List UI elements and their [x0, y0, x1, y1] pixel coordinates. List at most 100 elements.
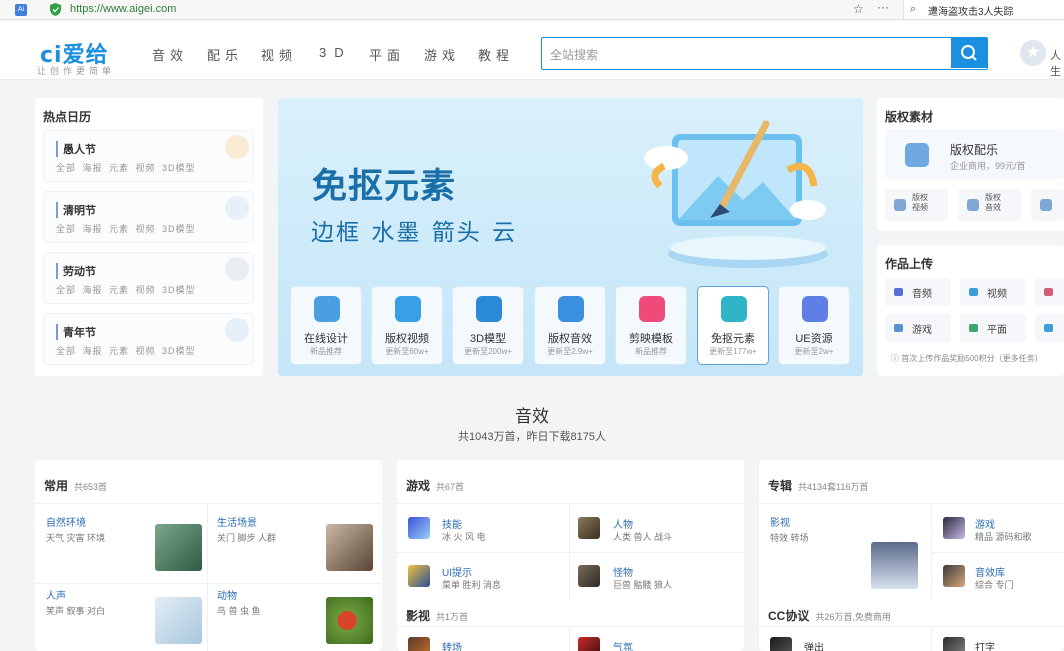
banner-title: 免抠元素	[312, 167, 457, 206]
nav-3d[interactable]: 3D	[319, 45, 352, 60]
upload-note[interactable]: ⓘ 首次上传作品奖励500积分（更多任务）	[891, 353, 1043, 364]
bookmark-star-icon[interactable]: ☆	[853, 2, 864, 16]
item-name: 影视	[770, 518, 790, 529]
video-icon	[969, 288, 978, 296]
list-item[interactable]: 自然环境 天气 灾害 环境	[35, 504, 207, 583]
column-title: 常用 共653首	[44, 479, 108, 493]
paintbrush-illustration-icon	[644, 120, 828, 268]
nav-sound[interactable]: 音效	[152, 45, 188, 64]
holiday-tags: 全部 海报 元素 视频 3D模型	[56, 163, 196, 173]
tile-label: 版权 视频	[912, 193, 928, 212]
upload-game[interactable]: 游戏	[885, 314, 951, 342]
item-name: 游戏	[975, 520, 995, 531]
upload-video[interactable]: 视频	[960, 278, 1026, 306]
nav-video[interactable]: 视频	[261, 45, 297, 64]
speaker-shield-icon	[558, 296, 584, 322]
list-item[interactable]: 技能冰 火 风 电	[397, 504, 569, 552]
category-label: 剪映模板	[629, 333, 673, 345]
ladybug-thumbnail	[326, 597, 373, 644]
list-item[interactable]: 动物鸟 兽 虫 鱼	[208, 584, 382, 651]
item-name: 人物	[613, 520, 633, 531]
music-shield-icon	[905, 143, 929, 167]
more-menu-icon[interactable]: ···	[877, 0, 889, 14]
category-copyright-sound[interactable]: 版权音效 更新至2.9w+	[534, 286, 606, 365]
nav-graphic[interactable]: 平面	[369, 45, 405, 64]
hero-banner[interactable]: 免抠元素 边框 水墨 箭头 云 在线设计 新品推荐 版权视频 更新至60w+ 3…	[278, 98, 863, 376]
list-item[interactable]: UI提示 菜单 胜利 消息	[397, 553, 569, 600]
copyright-more-tile[interactable]	[1031, 189, 1064, 221]
nav-tutorial[interactable]: 教程	[478, 45, 514, 64]
item-name: UI提示	[442, 568, 472, 579]
list-item[interactable]: 气氛	[570, 627, 744, 651]
category-sub: 更新至2w+	[794, 347, 834, 356]
category-sub: 更新至2.9w+	[547, 347, 593, 356]
search-input[interactable]: 全站搜索	[550, 46, 598, 63]
item-name: 技能	[442, 520, 462, 531]
copyright-music-card[interactable]: 版权配乐 企业商用，99元/首	[885, 129, 1064, 179]
list-item[interactable]: 打字	[932, 627, 1064, 651]
character-thumbnail	[578, 517, 600, 539]
upload-design[interactable]	[1035, 314, 1064, 342]
category-capcut-template[interactable]: 剪映模板 新品推荐	[615, 286, 687, 365]
holiday-card[interactable]: 劳动节 全部 海报 元素 视频 3D模型	[43, 252, 254, 304]
copyright-video-tile[interactable]: 版权 视频	[885, 189, 948, 221]
hot-calendar-panel: 热点日历 愚人节 全部 海报 元素 视频 3D模型 清明节 全部 海报 元素 视…	[35, 98, 263, 376]
item-sub: 精品 源码和歌	[975, 532, 1032, 542]
category-3d-model[interactable]: 3D模型 更新至200w+	[452, 286, 524, 365]
category-sub: 更新至177w+	[709, 347, 757, 356]
list-item[interactable]: 怪物 巨兽 骷髅 狼人	[570, 553, 744, 600]
list-item[interactable]: 生活场景 关门 脚步 人群	[208, 504, 382, 583]
hand-icon	[225, 135, 249, 159]
list-item[interactable]: 人物 人类 兽人 战斗	[570, 504, 744, 552]
list-item[interactable]: 转场	[397, 627, 569, 651]
list-item[interactable]: 人声笑声 叙事 对白	[35, 584, 207, 651]
holiday-tags: 全部 海报 元素 视频 3D模型	[56, 346, 196, 356]
holiday-card[interactable]: 清明节 全部 海报 元素 视频 3D模型	[43, 191, 254, 243]
list-item[interactable]: 弹出	[759, 627, 931, 651]
upload-graphic[interactable]: 平面	[960, 314, 1026, 342]
upload-model[interactable]	[1035, 278, 1064, 306]
video-icon	[395, 296, 421, 322]
list-item[interactable]: 音效库 综合 专门	[932, 553, 1064, 600]
list-item[interactable]: 游戏 精品 源码和歌	[932, 504, 1064, 552]
voice-thumbnail	[155, 597, 202, 644]
sub-column-title: 影视 共1万首	[406, 609, 469, 623]
item-name: 自然环境	[46, 518, 86, 529]
banner-subtitle: 边框 水墨 箭头 云	[311, 219, 518, 245]
gear-icon	[225, 257, 249, 281]
game-album-thumbnail	[943, 517, 965, 539]
category-copyright-video[interactable]: 版权视频 更新至60w+	[371, 286, 443, 365]
column-title: 游戏 共67首	[406, 479, 465, 493]
list-item[interactable]: 影视 特效 转场	[759, 504, 931, 600]
holiday-card[interactable]: 愚人节 全部 海报 元素 视频 3D模型	[43, 130, 254, 182]
upload-audio[interactable]: 音频	[885, 278, 951, 306]
address-bar[interactable]: https://www.aigei.com	[70, 3, 176, 15]
image-icon	[1040, 199, 1052, 211]
category-ue-resource[interactable]: UE资源 更新至2w+	[778, 286, 850, 365]
item-sub: 鸟 兽 虫 鱼	[217, 606, 261, 616]
favicon-icon: Ai	[15, 4, 27, 16]
secure-shield-icon	[50, 3, 61, 16]
browser-search-box[interactable]: ⌕ 遭海盗攻击3人失踪	[903, 0, 1064, 19]
copyright-sound-tile[interactable]: 版权 音效	[958, 189, 1021, 221]
category-sub: 更新至60w+	[385, 347, 429, 356]
category-sub: 新品推荐	[635, 347, 667, 356]
category-cutout-element[interactable]: 免抠元素 更新至177w+	[697, 286, 769, 365]
nav-game[interactable]: 游戏	[424, 45, 460, 64]
user-avatar-icon[interactable]: ★	[1020, 40, 1046, 66]
nav-music[interactable]: 配乐	[207, 45, 243, 64]
ue-icon	[802, 296, 828, 322]
item-name: 弹出	[804, 643, 824, 651]
upload-title: 作品上传	[885, 257, 934, 271]
item-sub: 综合 专门	[975, 580, 1014, 590]
holiday-card[interactable]: 青年节 全部 海报 元素 视频 3D模型	[43, 313, 254, 365]
model-icon	[1044, 288, 1053, 296]
search-button[interactable]	[951, 38, 987, 68]
category-online-design[interactable]: 在线设计 新品推荐	[290, 286, 362, 365]
item-sub: 人类 兽人 战斗	[613, 532, 673, 542]
capcut-icon	[639, 296, 665, 322]
user-name[interactable]: 人生	[1050, 47, 1064, 79]
item-sub: 笑声 叙事 对白	[46, 606, 106, 616]
item-name: 人声	[46, 591, 66, 602]
album-panel: 专辑 共4134套116万首 影视 特效 转场 游戏 精品 源码和歌 音效库 综合 专门…	[759, 460, 1064, 651]
